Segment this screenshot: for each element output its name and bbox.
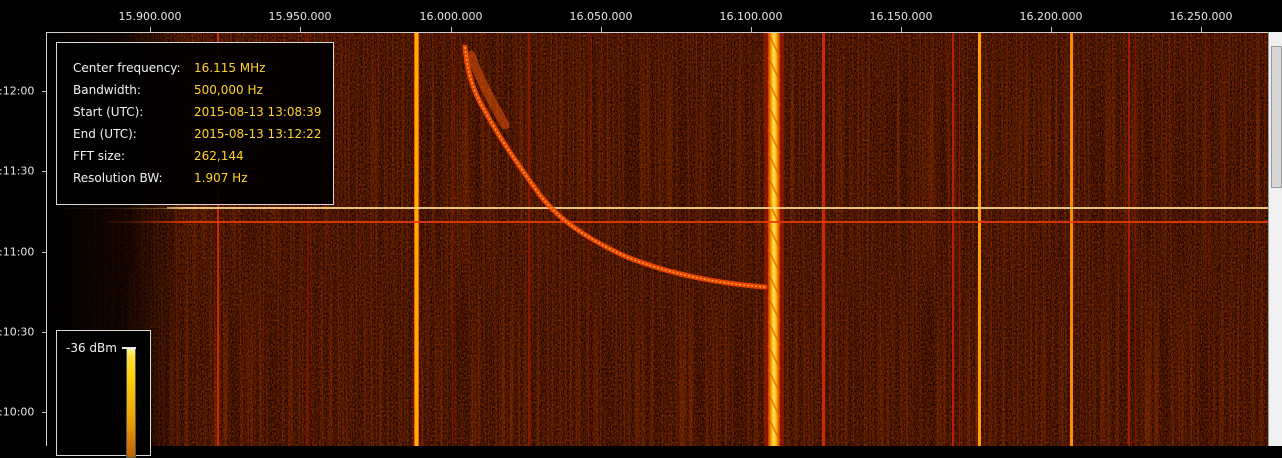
time-tick-label: 3:11:30 [0, 164, 35, 178]
signal-line [414, 33, 415, 446]
vertical-scrollbar[interactable] [1268, 32, 1282, 446]
freq-tick-label: 16.000.000 [419, 10, 483, 23]
info-panel: Center frequency: 16.115 MHz Bandwidth: … [56, 42, 334, 205]
freq-tick-label: 16.150.000 [869, 10, 933, 23]
time-tick-label: 3:12:00 [0, 84, 35, 98]
info-key: Start (UTC): [73, 105, 144, 119]
signal-line [452, 33, 453, 446]
info-value: 2015-08-13 13:08:39 [194, 105, 322, 119]
freq-tick-label: 16.050.000 [569, 10, 633, 23]
time-axis: 3:12:00 3:11:30 3:11:00 3:10:30 3:10:00 [0, 32, 46, 446]
signal-line [1070, 33, 1073, 446]
legend-color-bar [126, 348, 136, 458]
info-value: 1.907 Hz [194, 171, 248, 185]
time-tick-label: 3:11:00 [0, 245, 35, 259]
frequency-axis: 15.900.000 15.950.000 16.000.000 16.050.… [0, 0, 1282, 32]
freq-tick-label: 16.250.000 [1169, 10, 1233, 23]
info-value: 262,144 [194, 149, 244, 163]
burst-line [167, 207, 1268, 209]
freq-tick-label: 16.200.000 [1019, 10, 1083, 23]
signal-line [1135, 33, 1136, 446]
time-tick-label: 3:10:30 [0, 325, 35, 339]
info-key: End (UTC): [73, 127, 137, 141]
info-value: 16.115 MHz [194, 61, 266, 75]
legend-max-label: -36 dBm [66, 341, 117, 355]
freq-tick-label: 15.900.000 [118, 10, 182, 23]
signal-line [1209, 33, 1210, 446]
info-value: 2015-08-13 13:12:22 [194, 127, 322, 141]
info-key: FFT size: [73, 149, 126, 163]
signal-line [418, 33, 419, 446]
info-value: 500,000 Hz [194, 83, 263, 97]
legend-max-marker [122, 347, 136, 349]
center-carrier [764, 33, 784, 446]
time-tick-label: 3:10:00 [0, 405, 35, 419]
signal-line [978, 33, 981, 446]
info-key: Center frequency: [73, 61, 181, 75]
signal-line [1128, 33, 1130, 446]
signal-line [528, 33, 530, 446]
scrollbar-thumb[interactable] [1271, 46, 1282, 188]
info-key: Resolution BW: [73, 171, 163, 185]
burst-line [107, 221, 1268, 223]
signal-line [822, 33, 825, 446]
freq-tick-label: 15.950.000 [268, 10, 332, 23]
freq-tick-label: 16.100.000 [719, 10, 783, 23]
signal-line [959, 33, 960, 446]
signal-line [952, 33, 954, 446]
carrier-core [768, 33, 780, 446]
info-key: Bandwidth: [73, 83, 141, 97]
signal-line [415, 33, 418, 446]
power-legend: -36 dBm [56, 330, 151, 458]
